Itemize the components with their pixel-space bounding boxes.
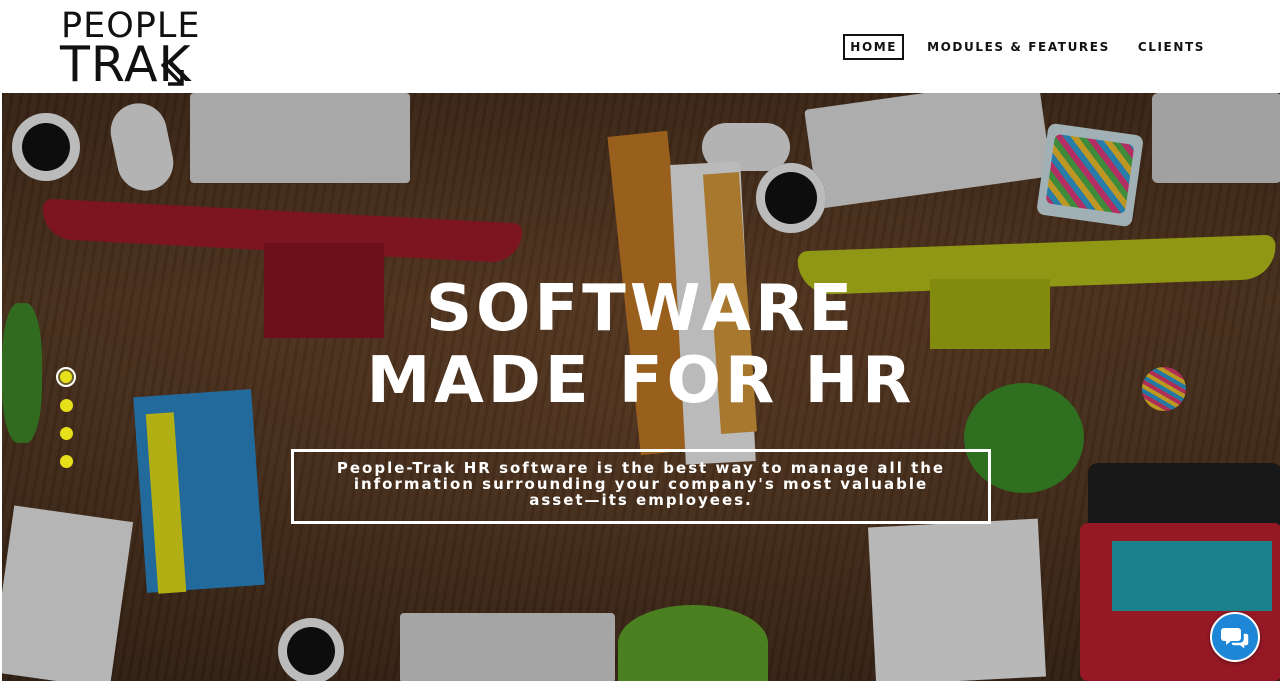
hero-headline: SOFTWARE MADE FOR HR — [2, 273, 1280, 417]
headline-line-1: SOFTWARE — [425, 272, 857, 346]
nav-home[interactable]: HOME — [843, 34, 905, 60]
slide-dot-2[interactable] — [60, 399, 73, 412]
arrow-down-right-icon — [160, 62, 184, 86]
slide-dot-4[interactable] — [60, 455, 73, 468]
people-trak-logo[interactable]: PEOPLE TRAK — [60, 8, 200, 89]
headline-line-2: MADE FOR HR — [366, 344, 916, 418]
site-header: PEOPLE TRAK HOME MODULES & FEATURES CLIE… — [0, 0, 1280, 93]
hero-banner: SOFTWARE MADE FOR HR People-Trak HR soft… — [2, 93, 1280, 681]
nav-modules-features[interactable]: MODULES & FEATURES — [922, 36, 1115, 58]
nav-clients[interactable]: CLIENTS — [1133, 36, 1210, 58]
hero-tagline: People-Trak HR software is the best way … — [336, 459, 946, 509]
chat-bubbles-icon — [1221, 628, 1250, 652]
slide-dot-1[interactable] — [56, 367, 76, 387]
main-navigation: HOME MODULES & FEATURES CLIENTS — [843, 34, 1210, 60]
slide-dot-3[interactable] — [60, 427, 73, 440]
chat-widget-button[interactable] — [1210, 612, 1260, 662]
hero-tagline-box: People-Trak HR software is the best way … — [291, 449, 991, 524]
